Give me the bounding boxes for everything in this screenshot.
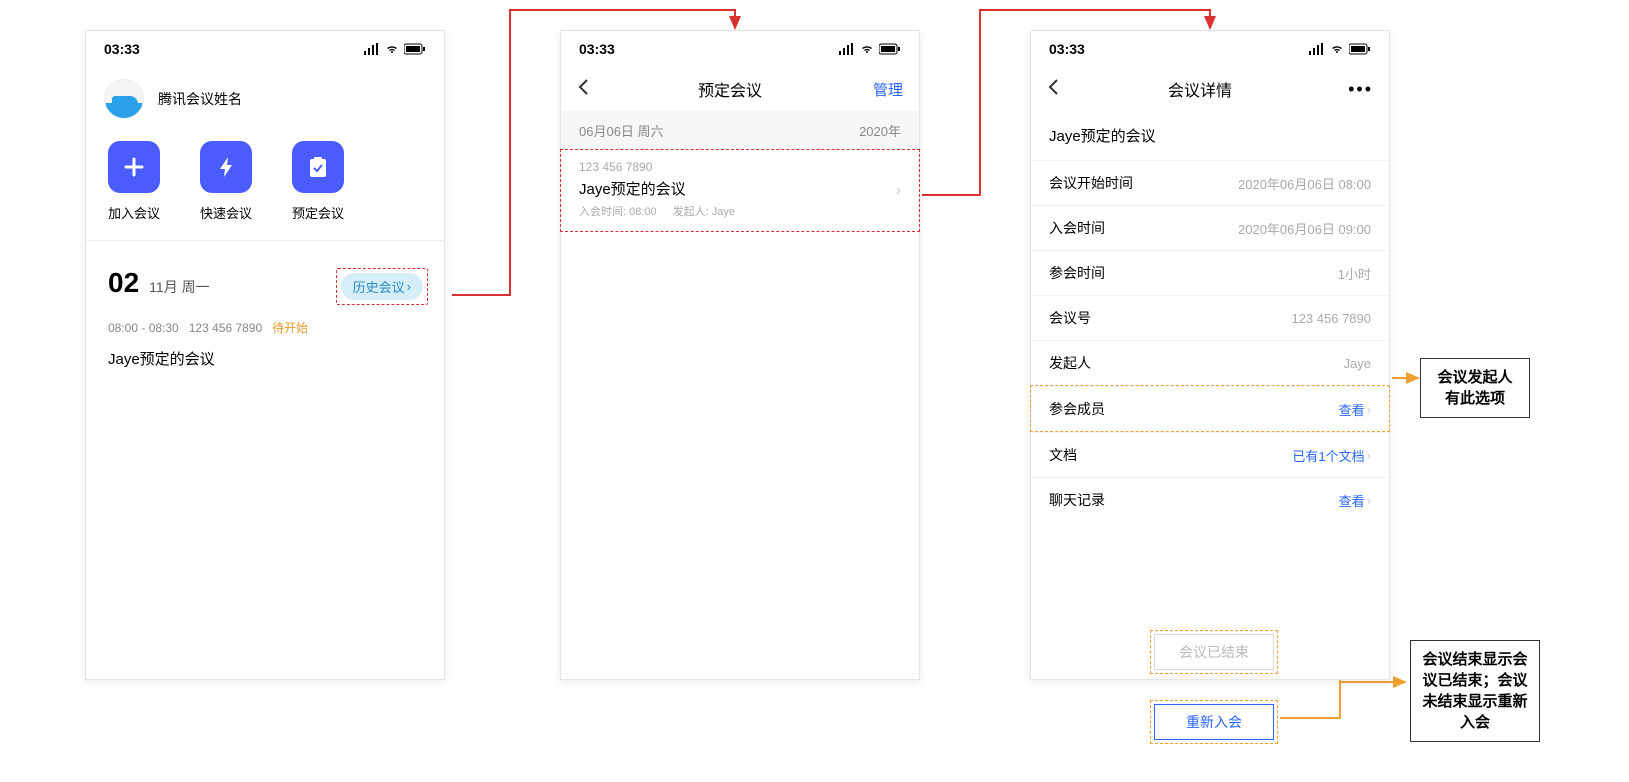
meeting-meta: 08:00 - 08:30 123 456 7890 待开始	[86, 315, 444, 340]
section-header: 06月06日 周六 2020年	[561, 111, 919, 150]
screen-meeting-detail: 03:33 会议详情 ••• Jaye预定的会议 会议开始时间2020年06月0…	[1030, 30, 1390, 680]
row-members[interactable]: 参会成员查看›	[1031, 386, 1389, 431]
battery-icon	[879, 43, 901, 55]
manage-button[interactable]: 管理	[863, 79, 903, 100]
nav-title: 会议详情	[1067, 77, 1333, 101]
card-meeting-title: Jaye预定的会议	[579, 178, 901, 199]
clock: 03:33	[1049, 41, 1085, 57]
status-icons	[839, 43, 901, 55]
clipboard-icon	[292, 141, 344, 193]
clock: 03:33	[579, 41, 615, 57]
clock: 03:33	[104, 41, 140, 57]
action-row: 加入会议 快速会议 预定会议	[86, 137, 444, 240]
chevron-right-icon: ›	[1367, 493, 1371, 508]
divider	[86, 240, 444, 241]
section-date: 06月06日 周六	[579, 121, 664, 140]
row-meeting-id: 会议号123 456 7890	[1031, 295, 1389, 340]
schedule-label: 预定会议	[292, 203, 344, 222]
btn-rejoin-wrap: 重新入会	[1150, 700, 1278, 744]
plus-icon	[108, 141, 160, 193]
history-label: 历史会议	[353, 277, 405, 296]
section-year: 2020年	[859, 121, 901, 140]
back-button[interactable]	[577, 78, 597, 100]
date-sub: 11月 周一	[149, 277, 209, 297]
members-highlight: 参会成员查看›	[1030, 385, 1390, 432]
meeting-time: 08:00 - 08:30	[108, 321, 179, 335]
screen-home: 03:33 腾讯会议姓名 加入会议 快速会议 预定会议 02 11月 周一	[85, 30, 445, 680]
signal-icon	[364, 43, 380, 55]
screen-schedule-list: 03:33 预定会议 管理 06月06日 周六 2020年 123 456 78…	[560, 30, 920, 680]
history-highlight: 历史会议 ›	[336, 268, 428, 305]
signal-icon	[1309, 43, 1325, 55]
chevron-right-icon: ›	[1367, 448, 1371, 463]
schedule-meeting-button[interactable]: 预定会议	[292, 141, 344, 222]
join-label: 加入会议	[108, 203, 160, 222]
bolt-icon	[200, 141, 252, 193]
rejoin-button[interactable]: 重新入会	[1154, 704, 1274, 740]
btn-ended-wrap: 会议已结束	[1150, 630, 1278, 674]
wifi-icon	[859, 43, 875, 55]
status-bar: 03:33	[1031, 31, 1389, 67]
meeting-ended-button: 会议已结束	[1154, 634, 1274, 670]
meeting-card-highlight: 123 456 7890 Jaye预定的会议 入会时间: 08:00 发起人: …	[560, 149, 920, 232]
card-meeting-id: 123 456 7890	[579, 160, 901, 174]
history-meetings-button[interactable]: 历史会议 ›	[341, 273, 423, 300]
detail-meeting-title: Jaye预定的会议	[1031, 111, 1389, 160]
row-host: 发起人Jaye	[1031, 340, 1389, 385]
status-icons	[1309, 43, 1371, 55]
status-icons	[364, 43, 426, 55]
row-start-time: 会议开始时间2020年06月06日 08:00	[1031, 160, 1389, 205]
meeting-id: 123 456 7890	[189, 321, 262, 335]
status-bar: 03:33	[86, 31, 444, 67]
join-meeting-button[interactable]: 加入会议	[108, 141, 160, 222]
card-meeting-sub: 入会时间: 08:00 发起人: Jaye	[579, 203, 901, 219]
battery-icon	[1349, 43, 1371, 55]
avatar[interactable]	[104, 79, 144, 119]
user-name: 腾讯会议姓名	[158, 89, 242, 109]
nav-bar: 会议详情 •••	[1031, 67, 1389, 111]
chevron-right-icon: ›	[407, 279, 411, 294]
meeting-card[interactable]: 123 456 7890 Jaye预定的会议 入会时间: 08:00 发起人: …	[561, 150, 919, 231]
row-docs[interactable]: 文档已有1个文档›	[1031, 432, 1389, 477]
annotation-buttons: 会议结束显示会议已结束；会议未结束显示重新入会	[1410, 640, 1540, 742]
quick-meeting-button[interactable]: 快速会议	[200, 141, 252, 222]
wifi-icon	[1329, 43, 1345, 55]
chevron-right-icon: ›	[1367, 402, 1371, 417]
status-bar: 03:33	[561, 31, 919, 67]
signal-icon	[839, 43, 855, 55]
more-button[interactable]: •••	[1333, 79, 1373, 100]
nav-bar: 预定会议 管理	[561, 67, 919, 111]
annotation-members: 会议发起人有此选项	[1420, 358, 1530, 418]
row-chat[interactable]: 聊天记录查看›	[1031, 477, 1389, 522]
back-button[interactable]	[1047, 78, 1067, 100]
date-row: 02 11月 周一 历史会议 ›	[86, 251, 444, 315]
battery-icon	[404, 43, 426, 55]
meeting-title[interactable]: Jaye预定的会议	[86, 340, 444, 377]
meeting-status: 待开始	[272, 319, 308, 336]
row-join-time: 入会时间2020年06月06日 09:00	[1031, 205, 1389, 250]
date-day: 02	[108, 267, 139, 299]
row-duration: 参会时间1小时	[1031, 250, 1389, 295]
wifi-icon	[384, 43, 400, 55]
chevron-right-icon: ›	[896, 182, 901, 200]
home-header: 腾讯会议姓名	[86, 67, 444, 137]
nav-title: 预定会议	[597, 77, 863, 101]
quick-label: 快速会议	[200, 203, 252, 222]
